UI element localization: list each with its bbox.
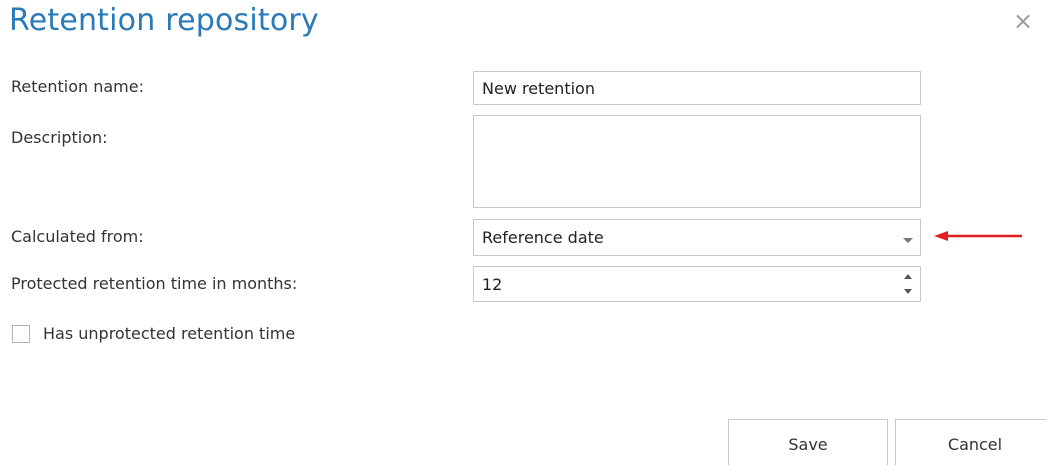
calculated-from-select[interactable]: Reference date [473,219,921,256]
save-button[interactable]: Save [728,419,888,465]
description-textarea[interactable] [473,115,921,208]
unprotected-retention-checkbox[interactable] [12,325,30,343]
retention-name-input[interactable]: New retention [473,71,921,105]
protected-time-value: 12 [482,274,503,294]
calculated-from-value: Reference date [482,228,604,247]
chevron-down-icon [903,238,913,243]
retention-repository-dialog: Retention repository × Retention name: N… [0,0,1046,465]
retention-name-label: Retention name: [11,77,144,96]
unprotected-retention-label: Has unprotected retention time [43,324,296,343]
annotation-arrow-icon [934,231,1022,241]
dialog-title: Retention repository [9,3,319,38]
description-label: Description: [11,128,108,147]
spin-up-icon[interactable] [904,274,912,279]
retention-name-value: New retention [482,78,595,98]
calculated-from-label: Calculated from: [11,227,144,246]
protected-time-stepper[interactable]: 12 [473,266,921,302]
spin-down-icon[interactable] [904,289,912,294]
cancel-button[interactable]: Cancel [895,419,1046,465]
close-icon[interactable]: × [1012,9,1034,33]
protected-time-label: Protected retention time in months: [11,274,298,293]
